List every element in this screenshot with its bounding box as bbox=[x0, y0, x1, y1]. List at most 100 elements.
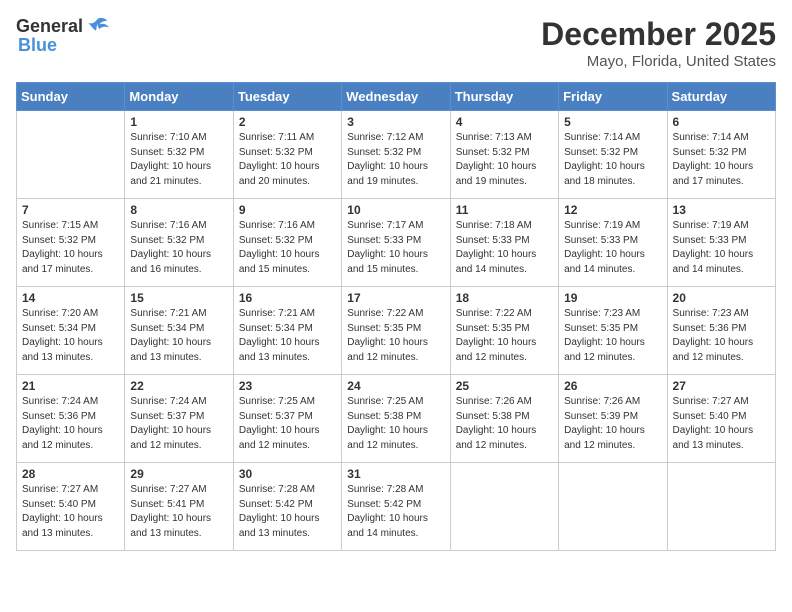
day-number: 17 bbox=[347, 291, 444, 305]
weekday-header-tuesday: Tuesday bbox=[233, 83, 341, 111]
day-info: Sunrise: 7:25 AMSunset: 5:37 PMDaylight:… bbox=[239, 395, 336, 453]
title-area: December 2025 Mayo, Florida, United Stat… bbox=[541, 16, 776, 70]
day-number: 29 bbox=[130, 467, 227, 481]
calendar-cell: 29 Sunrise: 7:27 AMSunset: 5:41 PMDayligh… bbox=[125, 463, 233, 551]
day-info: Sunrise: 7:23 AMSunset: 5:35 PMDaylight:… bbox=[564, 307, 661, 365]
day-info: Sunrise: 7:15 AMSunset: 5:32 PMDaylight:… bbox=[22, 219, 119, 277]
day-number: 30 bbox=[239, 467, 336, 481]
calendar-table: SundayMondayTuesdayWednesdayThursdayFrid… bbox=[16, 82, 776, 551]
day-number: 21 bbox=[22, 379, 119, 393]
calendar-subtitle: Mayo, Florida, United States bbox=[541, 53, 776, 70]
logo-general: General bbox=[16, 17, 83, 35]
calendar-cell: 31 Sunrise: 7:28 AMSunset: 5:42 PMDayligh… bbox=[342, 463, 450, 551]
calendar-cell: 23Sunrise: 7:25 AMSunset: 5:37 PMDayligh… bbox=[233, 375, 341, 463]
weekday-header-row: SundayMondayTuesdayWednesdayThursdayFrid… bbox=[17, 83, 776, 111]
day-info: Sunrise: 7:28 AMSunset: 5:42 PMDaylight:… bbox=[239, 483, 336, 541]
day-number: 28 bbox=[22, 467, 119, 481]
day-number: 16 bbox=[239, 291, 336, 305]
calendar-cell: 27 Sunrise: 7:27 AMSunset: 5:40 PMDayligh… bbox=[667, 375, 775, 463]
day-info: Sunrise: 7:22 AMSunset: 5:35 PMDaylight:… bbox=[456, 307, 553, 365]
weekday-header-sunday: Sunday bbox=[17, 83, 125, 111]
calendar-cell: 15Sunrise: 7:21 AMSunset: 5:34 PMDayligh… bbox=[125, 287, 233, 375]
day-number: 24 bbox=[347, 379, 444, 393]
day-info: Sunrise: 7:28 AMSunset: 5:42 PMDaylight:… bbox=[347, 483, 444, 541]
day-info: Sunrise: 7:27 AMSunset: 5:41 PMDaylight:… bbox=[130, 483, 227, 541]
calendar-cell: 5 Sunrise: 7:14 AMSunset: 5:32 PMDaylight… bbox=[559, 111, 667, 199]
calendar-cell: 11Sunrise: 7:18 AMSunset: 5:33 PMDayligh… bbox=[450, 199, 558, 287]
day-number: 31 bbox=[347, 467, 444, 481]
calendar-cell bbox=[17, 111, 125, 199]
day-info: Sunrise: 7:24 AMSunset: 5:37 PMDaylight:… bbox=[130, 395, 227, 453]
week-row-4: 21 Sunrise: 7:24 AMSunset: 5:36 PMDayligh… bbox=[17, 375, 776, 463]
day-info: Sunrise: 7:13 AMSunset: 5:32 PMDaylight:… bbox=[456, 131, 553, 189]
day-info: Sunrise: 7:26 AMSunset: 5:39 PMDaylight:… bbox=[564, 395, 661, 453]
day-info: Sunrise: 7:14 AMSunset: 5:32 PMDaylight:… bbox=[564, 131, 661, 189]
logo-blue: Blue bbox=[18, 36, 109, 54]
day-number: 6 bbox=[673, 115, 770, 129]
calendar-cell: 17 Sunrise: 7:22 AMSunset: 5:35 PMDayligh… bbox=[342, 287, 450, 375]
day-info: Sunrise: 7:14 AMSunset: 5:32 PMDaylight:… bbox=[673, 131, 770, 189]
calendar-cell: 20Sunrise: 7:23 AMSunset: 5:36 PMDayligh… bbox=[667, 287, 775, 375]
day-info: Sunrise: 7:11 AMSunset: 5:32 PMDaylight:… bbox=[239, 131, 336, 189]
day-info: Sunrise: 7:20 AMSunset: 5:34 PMDaylight:… bbox=[22, 307, 119, 365]
day-number: 26 bbox=[564, 379, 661, 393]
day-info: Sunrise: 7:23 AMSunset: 5:36 PMDaylight:… bbox=[673, 307, 770, 365]
day-info: Sunrise: 7:19 AMSunset: 5:33 PMDaylight:… bbox=[564, 219, 661, 277]
calendar-cell: 1Sunrise: 7:10 AMSunset: 5:32 PMDaylight… bbox=[125, 111, 233, 199]
day-number: 1 bbox=[130, 115, 227, 129]
day-info: Sunrise: 7:17 AMSunset: 5:33 PMDaylight:… bbox=[347, 219, 444, 277]
calendar-cell: 8 Sunrise: 7:16 AMSunset: 5:32 PMDaylight… bbox=[125, 199, 233, 287]
day-info: Sunrise: 7:21 AMSunset: 5:34 PMDaylight:… bbox=[239, 307, 336, 365]
day-number: 4 bbox=[456, 115, 553, 129]
day-number: 15 bbox=[130, 291, 227, 305]
day-number: 9 bbox=[239, 203, 336, 217]
calendar-cell: 22 Sunrise: 7:24 AMSunset: 5:37 PMDayligh… bbox=[125, 375, 233, 463]
week-row-3: 14 Sunrise: 7:20 AMSunset: 5:34 PMDayligh… bbox=[17, 287, 776, 375]
day-number: 8 bbox=[130, 203, 227, 217]
day-number: 27 bbox=[673, 379, 770, 393]
calendar-cell: 24 Sunrise: 7:25 AMSunset: 5:38 PMDayligh… bbox=[342, 375, 450, 463]
calendar-cell: 14 Sunrise: 7:20 AMSunset: 5:34 PMDayligh… bbox=[17, 287, 125, 375]
calendar-cell bbox=[667, 463, 775, 551]
calendar-cell: 25Sunrise: 7:26 AMSunset: 5:38 PMDayligh… bbox=[450, 375, 558, 463]
day-number: 12 bbox=[564, 203, 661, 217]
day-number: 22 bbox=[130, 379, 227, 393]
weekday-header-wednesday: Wednesday bbox=[342, 83, 450, 111]
calendar-title: December 2025 bbox=[541, 16, 776, 53]
day-info: Sunrise: 7:22 AMSunset: 5:35 PMDaylight:… bbox=[347, 307, 444, 365]
calendar-cell bbox=[450, 463, 558, 551]
calendar-cell: 21 Sunrise: 7:24 AMSunset: 5:36 PMDayligh… bbox=[17, 375, 125, 463]
day-number: 25 bbox=[456, 379, 553, 393]
week-row-1: 1Sunrise: 7:10 AMSunset: 5:32 PMDaylight… bbox=[17, 111, 776, 199]
day-info: Sunrise: 7:24 AMSunset: 5:36 PMDaylight:… bbox=[22, 395, 119, 453]
logo: General Blue bbox=[16, 16, 109, 54]
day-number: 18 bbox=[456, 291, 553, 305]
calendar-cell: 7 Sunrise: 7:15 AMSunset: 5:32 PMDaylight… bbox=[17, 199, 125, 287]
logo-bird-icon bbox=[85, 16, 109, 36]
weekday-header-friday: Friday bbox=[559, 83, 667, 111]
week-row-2: 7 Sunrise: 7:15 AMSunset: 5:32 PMDaylight… bbox=[17, 199, 776, 287]
day-number: 7 bbox=[22, 203, 119, 217]
day-info: Sunrise: 7:25 AMSunset: 5:38 PMDaylight:… bbox=[347, 395, 444, 453]
calendar-cell: 16 Sunrise: 7:21 AMSunset: 5:34 PMDayligh… bbox=[233, 287, 341, 375]
calendar-cell: 2 Sunrise: 7:11 AMSunset: 5:32 PMDaylight… bbox=[233, 111, 341, 199]
day-number: 2 bbox=[239, 115, 336, 129]
day-info: Sunrise: 7:27 AMSunset: 5:40 PMDaylight:… bbox=[673, 395, 770, 453]
day-info: Sunrise: 7:16 AMSunset: 5:32 PMDaylight:… bbox=[239, 219, 336, 277]
calendar-cell: 9 Sunrise: 7:16 AMSunset: 5:32 PMDaylight… bbox=[233, 199, 341, 287]
day-number: 5 bbox=[564, 115, 661, 129]
day-number: 10 bbox=[347, 203, 444, 217]
page-header: General Blue December 2025 Mayo, Florida… bbox=[16, 16, 776, 70]
calendar-cell: 13Sunrise: 7:19 AMSunset: 5:33 PMDayligh… bbox=[667, 199, 775, 287]
day-number: 14 bbox=[22, 291, 119, 305]
day-info: Sunrise: 7:16 AMSunset: 5:32 PMDaylight:… bbox=[130, 219, 227, 277]
calendar-cell: 10 Sunrise: 7:17 AMSunset: 5:33 PMDayligh… bbox=[342, 199, 450, 287]
day-number: 3 bbox=[347, 115, 444, 129]
week-row-5: 28 Sunrise: 7:27 AMSunset: 5:40 PMDayligh… bbox=[17, 463, 776, 551]
calendar-cell: 4 Sunrise: 7:13 AMSunset: 5:32 PMDaylight… bbox=[450, 111, 558, 199]
calendar-cell: 18 Sunrise: 7:22 AMSunset: 5:35 PMDayligh… bbox=[450, 287, 558, 375]
day-number: 11 bbox=[456, 203, 553, 217]
day-info: Sunrise: 7:12 AMSunset: 5:32 PMDaylight:… bbox=[347, 131, 444, 189]
weekday-header-thursday: Thursday bbox=[450, 83, 558, 111]
day-info: Sunrise: 7:27 AMSunset: 5:40 PMDaylight:… bbox=[22, 483, 119, 541]
